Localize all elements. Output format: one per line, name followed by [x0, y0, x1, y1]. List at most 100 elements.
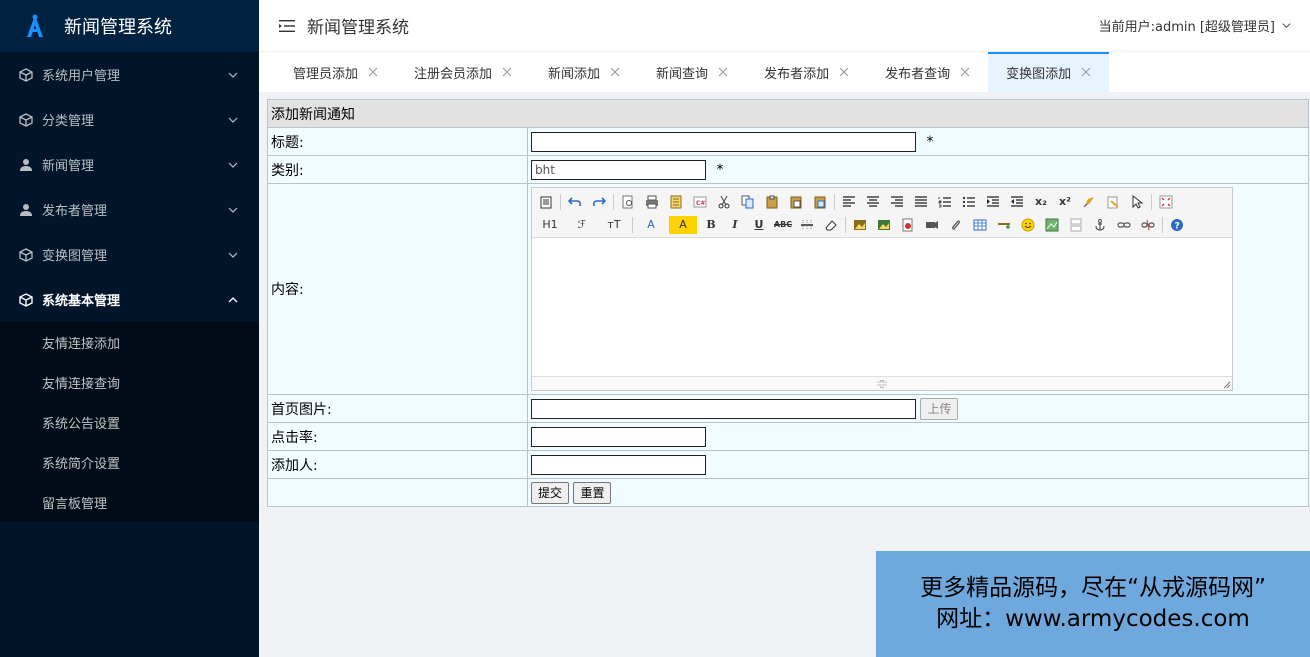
sidebar-item-label: 新闻管理: [42, 159, 95, 174]
close-icon[interactable]: [960, 67, 970, 77]
paste-text-icon[interactable]: [786, 193, 806, 211]
image-path-input[interactable]: [531, 398, 916, 419]
source-icon[interactable]: [536, 193, 556, 211]
close-icon[interactable]: [502, 67, 512, 77]
paste-word-icon[interactable]: [810, 193, 830, 211]
eraser-icon[interactable]: [821, 216, 841, 234]
tab-publisher-add[interactable]: 发布者添加: [746, 52, 867, 92]
select-all-icon[interactable]: [1127, 193, 1147, 211]
reset-button[interactable]: 重置: [573, 481, 612, 504]
paste-icon[interactable]: [762, 193, 782, 211]
corner-resize-icon[interactable]: [1223, 381, 1231, 389]
tab-member-add[interactable]: 注册会员添加: [396, 52, 530, 92]
undo-icon[interactable]: [565, 193, 585, 211]
italic-icon[interactable]: I: [725, 216, 745, 234]
strikethrough-icon[interactable]: ABC: [773, 216, 793, 234]
hr-icon[interactable]: [797, 216, 817, 234]
close-icon[interactable]: [839, 67, 849, 77]
sidebar-item-carousel[interactable]: 变换图管理: [0, 232, 259, 277]
flash-icon[interactable]: [898, 216, 918, 234]
chevron-down-icon: [227, 249, 239, 261]
adder-input[interactable]: [531, 454, 706, 475]
chevron-down-icon: [227, 69, 239, 81]
chevron-up-icon: [227, 294, 239, 306]
close-icon[interactable]: [368, 67, 378, 77]
submenu-item-notice-settings[interactable]: 系统公告设置: [0, 402, 259, 442]
ordered-list-icon[interactable]: [935, 193, 955, 211]
close-icon[interactable]: [610, 67, 620, 77]
close-icon[interactable]: [1081, 67, 1091, 77]
align-right-icon[interactable]: [887, 193, 907, 211]
indent-icon[interactable]: [983, 193, 1003, 211]
submenu-item-friend-link-query[interactable]: 友情连接查询: [0, 362, 259, 402]
multi-image-icon[interactable]: [874, 216, 894, 234]
format-painter-icon[interactable]: [1103, 193, 1123, 211]
align-left-icon[interactable]: [839, 193, 859, 211]
anchor-icon[interactable]: [1090, 216, 1110, 234]
cube-icon: [18, 112, 34, 128]
outdent-icon[interactable]: [1007, 193, 1027, 211]
editor-content-area[interactable]: [532, 238, 1232, 376]
sidebar-item-system-basic[interactable]: 系统基本管理: [0, 277, 259, 322]
print-icon[interactable]: [642, 193, 662, 211]
template-icon[interactable]: [666, 193, 686, 211]
code-icon[interactable]: C#: [690, 193, 710, 211]
clear-format-icon[interactable]: [1079, 193, 1099, 211]
highlight-color-dropdown[interactable]: A: [669, 215, 697, 234]
cut-icon[interactable]: [714, 193, 734, 211]
superscript-icon[interactable]: x²: [1055, 193, 1075, 211]
heading-dropdown[interactable]: H1: [536, 216, 564, 234]
editor-resize-handle[interactable]: [532, 376, 1232, 390]
editor-toolbar: C# x₂ x² H1 ℱ тT A A B I U ABC ?: [532, 188, 1232, 238]
redo-icon[interactable]: [589, 193, 609, 211]
submit-button[interactable]: 提交: [531, 481, 570, 504]
link-icon[interactable]: [1114, 216, 1134, 234]
submenu-item-friend-link-add[interactable]: 友情连接添加: [0, 322, 259, 362]
insert-hr-icon[interactable]: [994, 216, 1014, 234]
unlink-icon[interactable]: [1138, 216, 1158, 234]
sidebar-item-publishers[interactable]: 发布者管理: [0, 187, 259, 232]
chevron-down-icon: [227, 159, 239, 171]
emoticon-icon[interactable]: [1018, 216, 1038, 234]
align-justify-icon[interactable]: [911, 193, 931, 211]
tab-label: 发布者查询: [885, 66, 951, 82]
logo[interactable]: 新闻管理系统: [0, 0, 259, 52]
image-icon[interactable]: [850, 216, 870, 234]
tab-news-query[interactable]: 新闻查询: [638, 52, 746, 92]
tab-carousel-add[interactable]: 变换图添加: [988, 52, 1110, 92]
close-icon[interactable]: [718, 67, 728, 77]
page-break-icon[interactable]: [1066, 216, 1086, 234]
font-size-dropdown[interactable]: тT: [600, 216, 628, 234]
user-dropdown[interactable]: 当前用户:admin [超级管理员]: [1099, 16, 1310, 35]
bullet-list-icon[interactable]: [959, 193, 979, 211]
underline-icon[interactable]: U: [749, 216, 769, 234]
attachment-icon[interactable]: [946, 216, 966, 234]
help-icon[interactable]: ?: [1167, 216, 1187, 234]
tab-admin-add[interactable]: 管理员添加: [275, 52, 396, 92]
media-icon[interactable]: [922, 216, 942, 234]
sidebar-item-news[interactable]: 新闻管理: [0, 142, 259, 187]
tab-publisher-query[interactable]: 发布者查询: [867, 52, 988, 92]
category-input[interactable]: [531, 159, 706, 180]
upload-button[interactable]: 上传: [920, 397, 959, 420]
sidebar-item-system-users[interactable]: 系统用户管理: [0, 52, 259, 97]
tab-news-add[interactable]: 新闻添加: [530, 52, 638, 92]
align-center-icon[interactable]: [863, 193, 883, 211]
bold-icon[interactable]: B: [701, 216, 721, 234]
fullscreen-icon[interactable]: [1156, 193, 1176, 211]
font-color-dropdown[interactable]: A: [637, 216, 665, 234]
sidebar-item-categories[interactable]: 分类管理: [0, 97, 259, 142]
map-icon[interactable]: [1042, 216, 1062, 234]
chevron-down-icon: [227, 114, 239, 126]
font-family-dropdown[interactable]: ℱ: [568, 216, 596, 234]
clicks-input[interactable]: [531, 426, 706, 447]
table-icon[interactable]: [970, 216, 990, 234]
form-caption: 添加新闻通知: [267, 99, 1309, 128]
copy-icon[interactable]: [738, 193, 758, 211]
submenu-item-intro-settings[interactable]: 系统简介设置: [0, 442, 259, 482]
menu-fold-icon[interactable]: [279, 19, 295, 33]
subscript-icon[interactable]: x₂: [1031, 193, 1051, 211]
submenu-item-message-board[interactable]: 留言板管理: [0, 482, 259, 522]
title-input[interactable]: [531, 131, 916, 152]
preview-icon[interactable]: [618, 193, 638, 211]
